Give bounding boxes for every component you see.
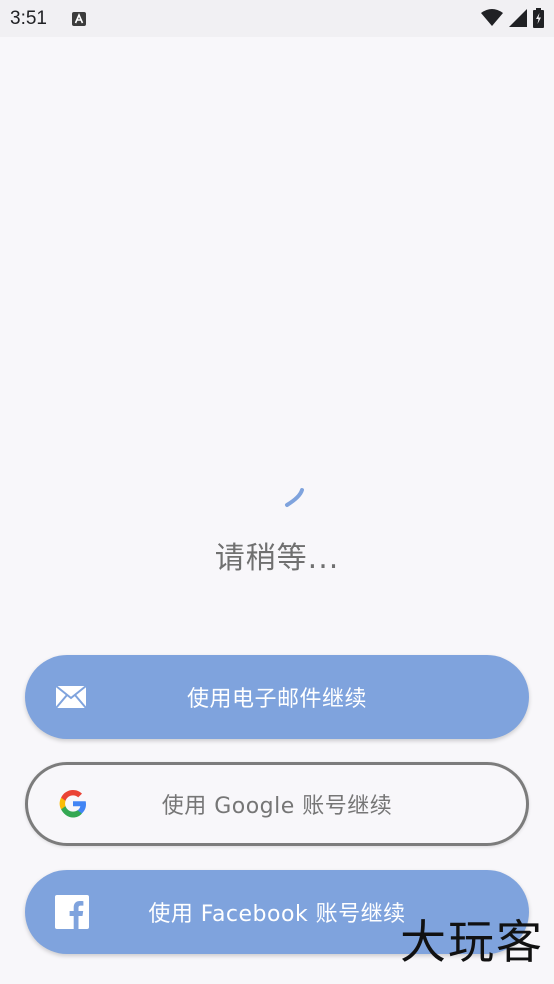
continue-with-email-button[interactable]: 使用电子邮件继续	[25, 655, 529, 739]
mail-icon	[55, 685, 87, 709]
google-logo-icon	[56, 787, 90, 821]
status-time: 3:51	[10, 8, 47, 29]
status-bar: 3:51	[0, 0, 554, 37]
continue-with-google-button[interactable]: 使用 Google 账号继续	[25, 762, 529, 846]
facebook-button-label: 使用 Facebook 账号继续	[148, 902, 406, 927]
status-icons	[481, 8, 544, 32]
text-a-icon	[72, 11, 86, 26]
wifi-icon	[481, 9, 503, 31]
signal-icon	[509, 9, 527, 31]
loading-spinner	[282, 486, 306, 510]
google-button-label: 使用 Google 账号继续	[161, 794, 393, 819]
loading-text: 请稍等...	[214, 541, 340, 576]
battery-charging-icon	[533, 8, 544, 32]
facebook-logo-icon	[55, 895, 89, 929]
watermark: 大玩客	[400, 915, 544, 969]
email-button-label: 使用电子邮件继续	[186, 687, 367, 712]
